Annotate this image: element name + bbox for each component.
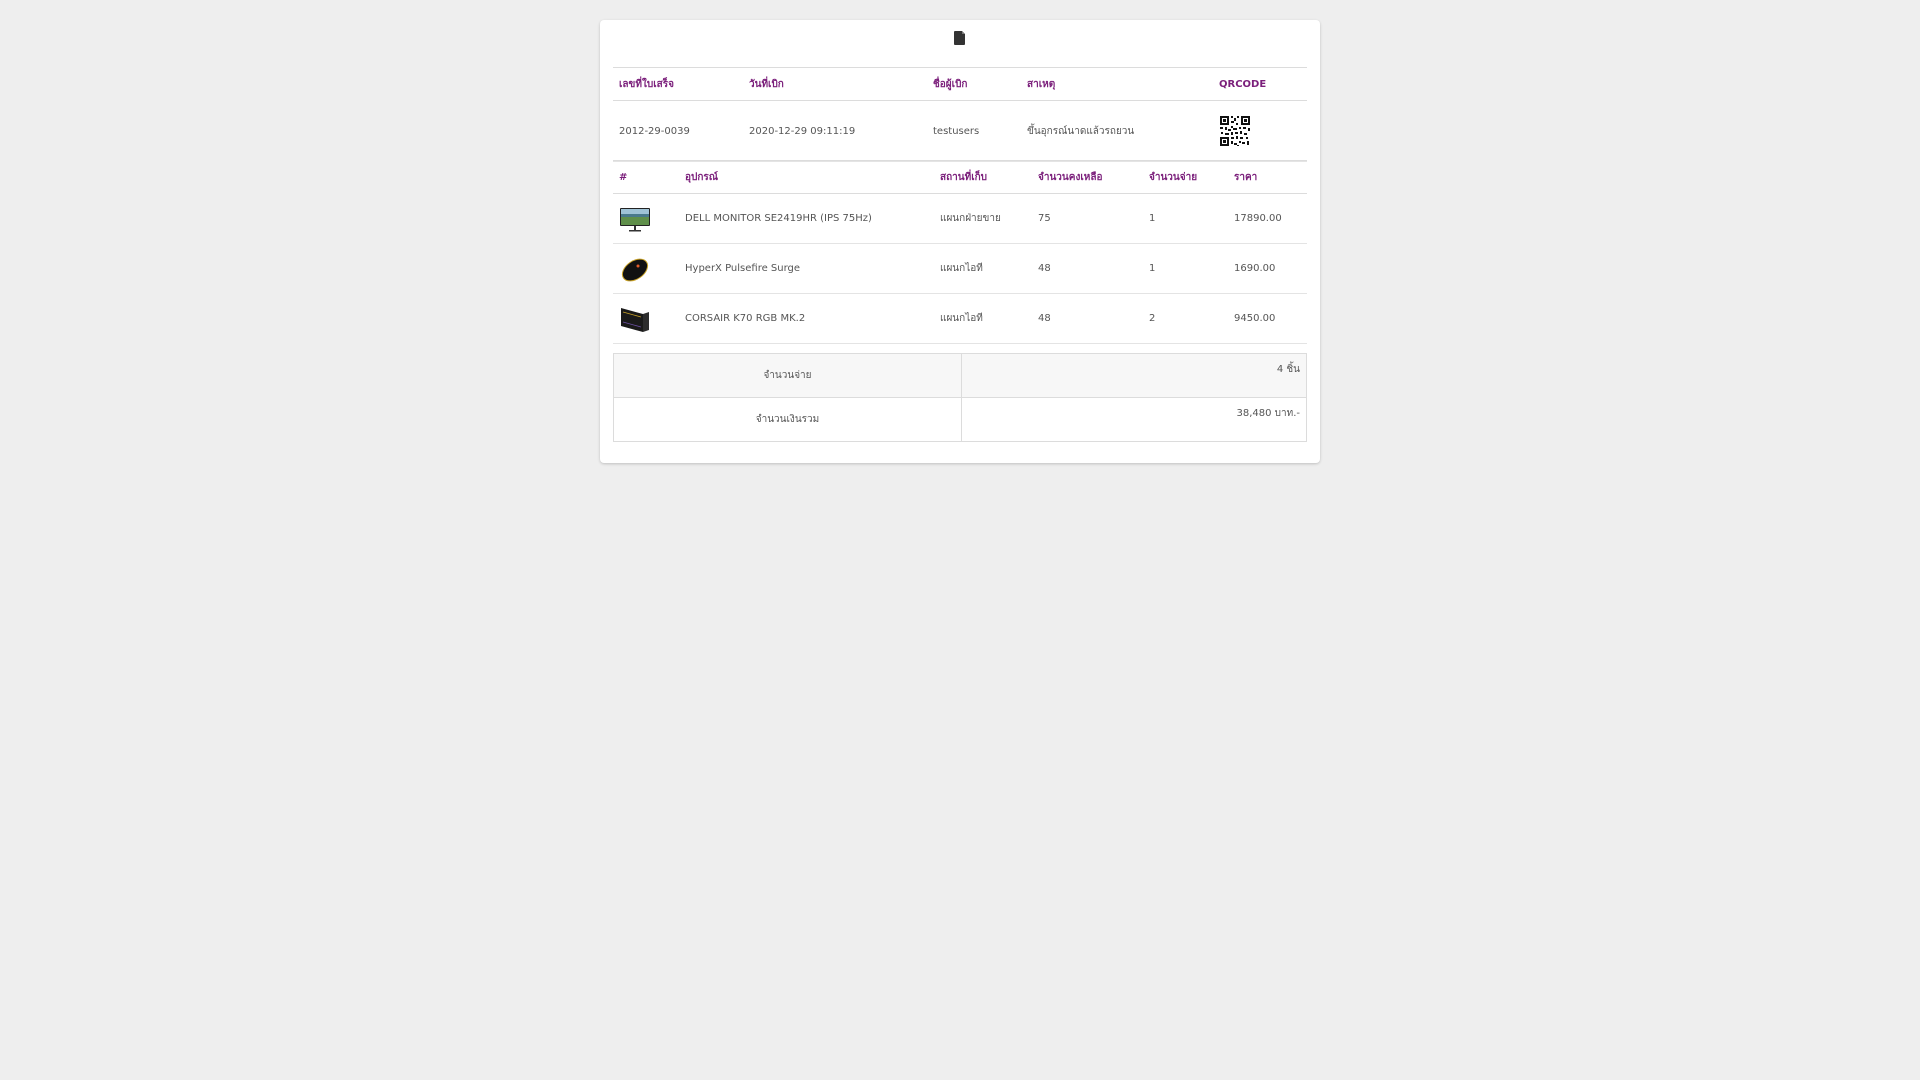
col-requester: ชื่อผู้เบิก bbox=[927, 67, 1021, 101]
summary-total-value: 38,480 บาท.- bbox=[1236, 408, 1300, 419]
col-equipment: อุปกรณ์ bbox=[679, 160, 934, 194]
qr-code-icon[interactable] bbox=[1219, 115, 1251, 147]
mouse-image bbox=[621, 258, 649, 281]
item-name: HyperX Pulsefire Surge bbox=[679, 243, 934, 294]
col-paid: จำนวนจ่าย bbox=[1143, 160, 1228, 194]
requester-name: testusers bbox=[927, 100, 1021, 162]
summary-quantity-label: จำนวนจ่าย bbox=[614, 354, 962, 397]
col-remaining: จำนวนคงเหลือ bbox=[1032, 160, 1143, 194]
items-table-wrap: # อุปกรณ์ สถานที่เก็บ จำนวนคงเหลือ จำนวน… bbox=[613, 160, 1307, 344]
item-paid: 2 bbox=[1143, 293, 1228, 344]
summary-table: จำนวนจ่าย 4 ชิ้น จำนวนเงินรวม 38,480 บาท… bbox=[613, 353, 1307, 442]
item-price: 17890.00 bbox=[1228, 193, 1307, 244]
items-table: # อุปกรณ์ สถานที่เก็บ จำนวนคงเหลือ จำนวน… bbox=[613, 160, 1307, 344]
items-header-row: # อุปกรณ์ สถานที่เก็บ จำนวนคงเหลือ จำนวน… bbox=[613, 160, 1307, 194]
qr-cell bbox=[1213, 100, 1307, 162]
item-location: แผนกฝ่ายขาย bbox=[934, 193, 1032, 244]
receipt-info-table-wrap: เลขที่ใบเสร็จ วันที่เบิก ชื่อผู้เบิก สาเ… bbox=[613, 67, 1307, 162]
receipt-info-row: 2012-29-0039 2020-12-29 09:11:19 testuse… bbox=[613, 100, 1307, 162]
item-location: แผนกไอที bbox=[934, 243, 1032, 294]
col-location: สถานที่เก็บ bbox=[934, 160, 1032, 194]
item-image-cell bbox=[613, 293, 679, 344]
summary-quantity-row: จำนวนจ่าย 4 ชิ้น bbox=[614, 354, 1306, 397]
table-row: HyperX Pulsefire Surge แผนกไอที 48 1 169… bbox=[613, 243, 1307, 294]
item-location: แผนกไอที bbox=[934, 293, 1032, 344]
col-qrcode: QRCODE bbox=[1213, 67, 1307, 101]
item-remaining: 75 bbox=[1032, 193, 1143, 244]
item-image-cell bbox=[613, 193, 679, 244]
receipt-info-table: เลขที่ใบเสร็จ วันที่เบิก ชื่อผู้เบิก สาเ… bbox=[613, 67, 1307, 162]
table-row: DELL MONITOR SE2419HR (IPS 75Hz) แผนกฝ่า… bbox=[613, 193, 1307, 244]
item-name: CORSAIR K70 RGB MK.2 bbox=[679, 293, 934, 344]
table-row: CORSAIR K70 RGB MK.2 แผนกไอที 48 2 9450.… bbox=[613, 293, 1307, 344]
summary-quantity-value: 4 ชิ้น bbox=[1276, 364, 1300, 375]
item-price: 9450.00 bbox=[1228, 293, 1307, 344]
col-index: # bbox=[613, 160, 679, 194]
item-price: 1690.00 bbox=[1228, 243, 1307, 294]
item-image-cell bbox=[613, 243, 679, 294]
monitor-image bbox=[620, 207, 650, 231]
item-remaining: 48 bbox=[1032, 243, 1143, 294]
col-reason: สาเหตุ bbox=[1021, 67, 1213, 101]
col-date: วันที่เบิก bbox=[743, 67, 927, 101]
receipt-info-header-row: เลขที่ใบเสร็จ วันที่เบิก ชื่อผู้เบิก สาเ… bbox=[613, 67, 1307, 101]
col-receipt-no: เลขที่ใบเสร็จ bbox=[613, 67, 743, 101]
col-price: ราคา bbox=[1228, 160, 1307, 194]
item-paid: 1 bbox=[1143, 243, 1228, 294]
receipt-no: 2012-29-0039 bbox=[613, 100, 743, 162]
summary-total-row: จำนวนเงินรวม 38,480 บาท.- bbox=[614, 397, 1306, 441]
item-remaining: 48 bbox=[1032, 293, 1143, 344]
item-paid: 1 bbox=[1143, 193, 1228, 244]
item-name: DELL MONITOR SE2419HR (IPS 75Hz) bbox=[679, 193, 934, 244]
keyboard-image bbox=[621, 307, 649, 332]
reason-text: ขึ้นอุกรณ์นาดแล้วรถยวน bbox=[1021, 100, 1213, 162]
receipt-card: เลขที่ใบเสร็จ วันที่เบิก ชื่อผู้เบิก สาเ… bbox=[600, 20, 1320, 463]
receipt-date: 2020-12-29 09:11:19 bbox=[743, 100, 927, 162]
file-icon bbox=[954, 31, 965, 45]
summary-total-label: จำนวนเงินรวม bbox=[614, 398, 962, 441]
